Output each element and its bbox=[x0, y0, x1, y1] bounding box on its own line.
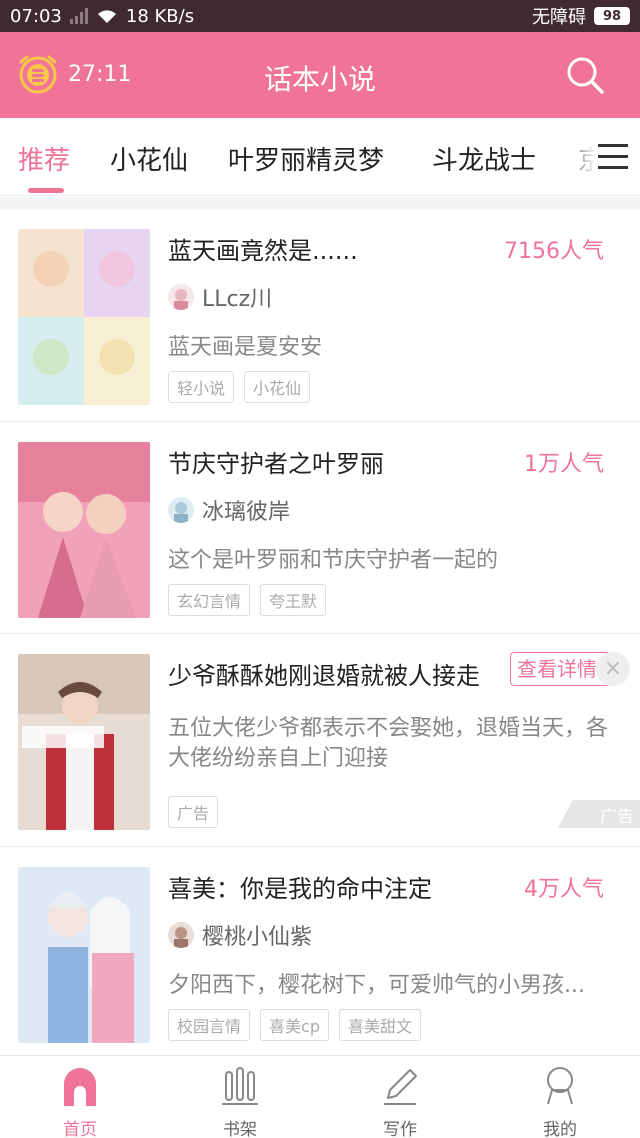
tab-doulong[interactable]: 斗龙战士 bbox=[432, 140, 536, 177]
category-tabs: 推荐 小花仙 叶罗丽精灵梦 斗龙战士 京 bbox=[0, 118, 640, 196]
novel-cover-image bbox=[18, 229, 150, 405]
tag[interactable]: 校园言情 bbox=[168, 1009, 251, 1041]
pencil-icon bbox=[384, 1069, 417, 1105]
novel-description: 夕阳西下，樱花树下，可爱帅气的小男孩... bbox=[168, 973, 585, 998]
nav-profile-label: 我的 bbox=[543, 1120, 577, 1138]
tag[interactable]: 喜美cp bbox=[260, 1009, 329, 1041]
novel-title: 喜美：你是我的命中注定 bbox=[168, 875, 432, 903]
popularity-count: 7156人气 bbox=[504, 239, 604, 264]
app-header: 27:11 话本小说 bbox=[0, 32, 640, 118]
bookshelf-icon bbox=[222, 1067, 258, 1105]
author[interactable]: LLcz川 bbox=[168, 281, 272, 313]
tab-fade bbox=[556, 118, 596, 194]
battery-level: 98 bbox=[602, 8, 622, 24]
novel-description: 这个是叶罗丽和节庆守护者一起的 bbox=[168, 548, 499, 573]
popularity-count: 1万人气 bbox=[524, 452, 604, 477]
signal-icon bbox=[69, 8, 88, 24]
status-time: 07:03 bbox=[10, 5, 62, 27]
app-title: 话本小说 bbox=[263, 63, 376, 96]
view-details-button[interactable]: 查看详情 bbox=[510, 652, 610, 686]
tag-list: 轻小说 小花仙 bbox=[168, 371, 311, 403]
popularity-count: 4万人气 bbox=[524, 877, 604, 902]
tab-recommend[interactable]: 推荐 bbox=[18, 140, 70, 177]
ad-card[interactable]: 少爷酥酥她刚退婚就被人接走 查看详情 × 五位大佬少爷都表示不会娶她，退婚当天，… bbox=[0, 634, 640, 847]
tag-list: 玄幻言情 夸王默 bbox=[168, 584, 327, 616]
nav-bookshelf-label: 书架 bbox=[223, 1120, 257, 1138]
nav-write-label: 写作 bbox=[383, 1120, 417, 1138]
nav-home-label: 首页 bbox=[63, 1120, 97, 1138]
profile-icon bbox=[547, 1067, 573, 1105]
tag[interactable]: 喜美甜文 bbox=[338, 1009, 421, 1041]
tag[interactable]: 玄幻言情 bbox=[168, 584, 251, 616]
tag[interactable]: 轻小说 bbox=[168, 371, 235, 403]
novel-description: 蓝天画是夏安安 bbox=[168, 335, 323, 360]
wifi-icon bbox=[97, 10, 116, 23]
tab-indicator bbox=[28, 188, 64, 193]
close-icon[interactable]: × bbox=[596, 652, 630, 686]
avatar bbox=[168, 284, 194, 310]
novel-cover-image bbox=[18, 867, 150, 1043]
nav-bookshelf[interactable]: 书架 bbox=[190, 1064, 290, 1138]
novel-title: 节庆守护者之叶罗丽 bbox=[168, 450, 384, 478]
avatar bbox=[168, 922, 194, 948]
nav-profile[interactable]: 我的 bbox=[510, 1064, 610, 1138]
battery-icon: 98 bbox=[594, 7, 630, 25]
bottom-nav: 首页 书架 写作 我的 bbox=[0, 1055, 640, 1138]
ad-badge: 广告 bbox=[558, 800, 640, 828]
tag: 广告 bbox=[168, 796, 219, 828]
nav-write[interactable]: 写作 bbox=[350, 1064, 450, 1138]
tab-xiaohuaxian[interactable]: 小花仙 bbox=[110, 140, 188, 177]
tab-yeluoli[interactable]: 叶罗丽精灵梦 bbox=[228, 140, 384, 177]
accessibility-label: 无障碍 bbox=[532, 7, 586, 28]
ad-badge-label: 广告 bbox=[600, 806, 634, 827]
search-icon[interactable] bbox=[564, 54, 606, 96]
author[interactable]: 樱桃小仙紫 bbox=[168, 919, 312, 951]
novel-card[interactable]: 蓝天画竟然是...... 7156人气 LLcz川 蓝天画是夏安安 轻小说 小花… bbox=[0, 209, 640, 422]
tag[interactable]: 小花仙 bbox=[244, 371, 311, 403]
novel-title: 蓝天画竟然是...... bbox=[168, 237, 358, 265]
novel-card[interactable]: 节庆守护者之叶罗丽 1万人气 冰璃彼岸 这个是叶罗丽和节庆守护者一起的 玄幻言情… bbox=[0, 422, 640, 634]
avatar bbox=[168, 497, 194, 523]
tag[interactable]: 夸王默 bbox=[260, 584, 327, 616]
menu-icon[interactable] bbox=[596, 142, 630, 172]
author[interactable]: 冰璃彼岸 bbox=[168, 494, 290, 526]
ad-description: 五位大佬少爷都表示不会娶她，退婚当天，各大佬纷纷亲自上门迎接 bbox=[168, 716, 609, 771]
status-bar: 07:03 18 KB/s 无障碍 98 bbox=[0, 0, 640, 32]
author-name: LLcz川 bbox=[202, 287, 273, 312]
network-speed: 18 KB/s bbox=[125, 5, 195, 27]
ad-title: 少爷酥酥她刚退婚就被人接走 bbox=[168, 662, 480, 690]
author-name: 冰璃彼岸 bbox=[202, 500, 291, 525]
novel-card[interactable]: 喜美：你是我的命中注定 4万人气 樱桃小仙紫 夕阳西下，樱花树下，可爱帅气的小男… bbox=[0, 847, 640, 1055]
divider bbox=[0, 197, 640, 209]
home-icon bbox=[64, 1068, 96, 1106]
novel-cover-image bbox=[18, 442, 150, 618]
nav-home[interactable]: 首页 bbox=[30, 1064, 130, 1138]
tag-list: 校园言情 喜美cp 喜美甜文 bbox=[168, 1009, 421, 1041]
author-name: 樱桃小仙紫 bbox=[202, 925, 313, 950]
ad-cover-image bbox=[18, 654, 150, 830]
